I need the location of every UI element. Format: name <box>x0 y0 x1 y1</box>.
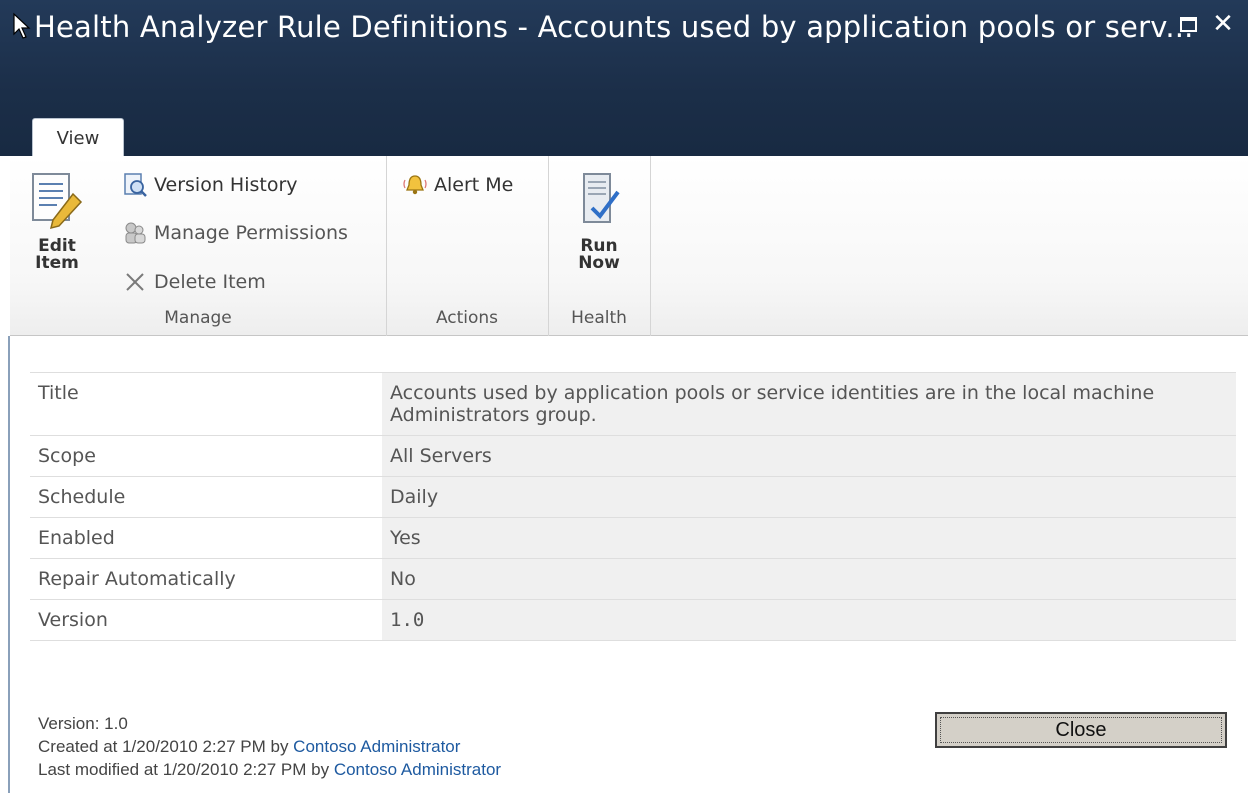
close-icon[interactable]: ✕ <box>1212 11 1234 37</box>
property-row: Version 1.0 <box>30 599 1236 641</box>
property-value: Daily <box>382 476 1236 518</box>
property-value: 1.0 <box>382 599 1236 641</box>
modified-line: Last modified at 1/20/2010 2:27 PM by Co… <box>38 758 501 781</box>
group-label-health: Health <box>571 308 627 328</box>
version-history-icon <box>124 173 147 197</box>
group-label-manage: Manage <box>164 308 232 328</box>
version-history-button[interactable]: Version History <box>122 170 298 200</box>
modified-text: Last modified at 1/20/2010 2:27 PM by <box>38 760 334 779</box>
manage-permissions-icon <box>125 222 146 244</box>
property-label: Scope <box>30 435 382 477</box>
edit-item-button[interactable]: Edit Item <box>22 170 92 272</box>
version-history-label: Version History <box>154 174 298 196</box>
property-label: Enabled <box>30 517 382 559</box>
created-text: Created at 1/20/2010 2:27 PM by <box>38 737 294 756</box>
property-row: Enabled Yes <box>30 517 1236 559</box>
property-label: Version <box>30 599 382 641</box>
dialog-title: Health Analyzer Rule Definitions - Accou… <box>34 10 1194 44</box>
created-line: Created at 1/20/2010 2:27 PM by Contoso … <box>38 735 501 758</box>
property-label: Repair Automatically <box>30 558 382 600</box>
delete-item-label: Delete Item <box>154 271 266 293</box>
manage-permissions-label: Manage Permissions <box>154 222 348 244</box>
property-row: Schedule Daily <box>30 476 1236 518</box>
alert-me-button[interactable]: Alert Me <box>402 170 513 200</box>
alert-me-label: Alert Me <box>434 174 514 196</box>
property-value: Accounts used by application pools or se… <box>382 372 1236 436</box>
focus-ring <box>940 717 1222 743</box>
modified-by-link[interactable]: Contoso Administrator <box>334 760 501 779</box>
property-value: All Servers <box>382 435 1236 477</box>
delete-x-icon <box>126 273 144 291</box>
close-button[interactable]: Close <box>935 712 1227 748</box>
mouse-cursor-icon <box>13 12 31 39</box>
page-left-border <box>8 336 10 793</box>
created-by-link[interactable]: Contoso Administrator <box>293 737 460 756</box>
item-metadata: Version: 1.0 Created at 1/20/2010 2:27 P… <box>38 712 501 781</box>
version-line: Version: 1.0 <box>38 714 128 733</box>
run-now-icon <box>583 173 620 223</box>
property-row: Title Accounts used by application pools … <box>30 372 1236 436</box>
edit-item-label: Edit Item <box>35 236 79 273</box>
alert-bell-icon <box>403 175 427 195</box>
maximize-icon[interactable] <box>1178 14 1200 36</box>
delete-item-button[interactable]: Delete Item <box>122 267 266 297</box>
property-row: Scope All Servers <box>30 435 1236 477</box>
run-now-label: Run Now <box>578 236 620 273</box>
run-now-button[interactable]: Run Now <box>564 170 634 272</box>
property-value: Yes <box>382 517 1236 559</box>
ribbon: Edit Item Version History Manage Permiss… <box>10 156 1248 336</box>
tab-view[interactable]: View <box>32 118 124 158</box>
group-label-actions: Actions <box>435 308 499 328</box>
property-label: Title <box>30 372 382 436</box>
property-value: No <box>382 558 1236 600</box>
edit-item-icon <box>32 173 83 230</box>
property-label: Schedule <box>30 476 382 518</box>
properties-table: Title Accounts used by application pools … <box>30 372 1236 641</box>
dialog-title-bar: Health Analyzer Rule Definitions - Accou… <box>0 0 1248 158</box>
manage-permissions-button[interactable]: Manage Permissions <box>122 218 348 248</box>
property-row: Repair Automatically No <box>30 558 1236 600</box>
ribbon-group-manage: Edit Item Version History Manage Permiss… <box>10 156 387 336</box>
